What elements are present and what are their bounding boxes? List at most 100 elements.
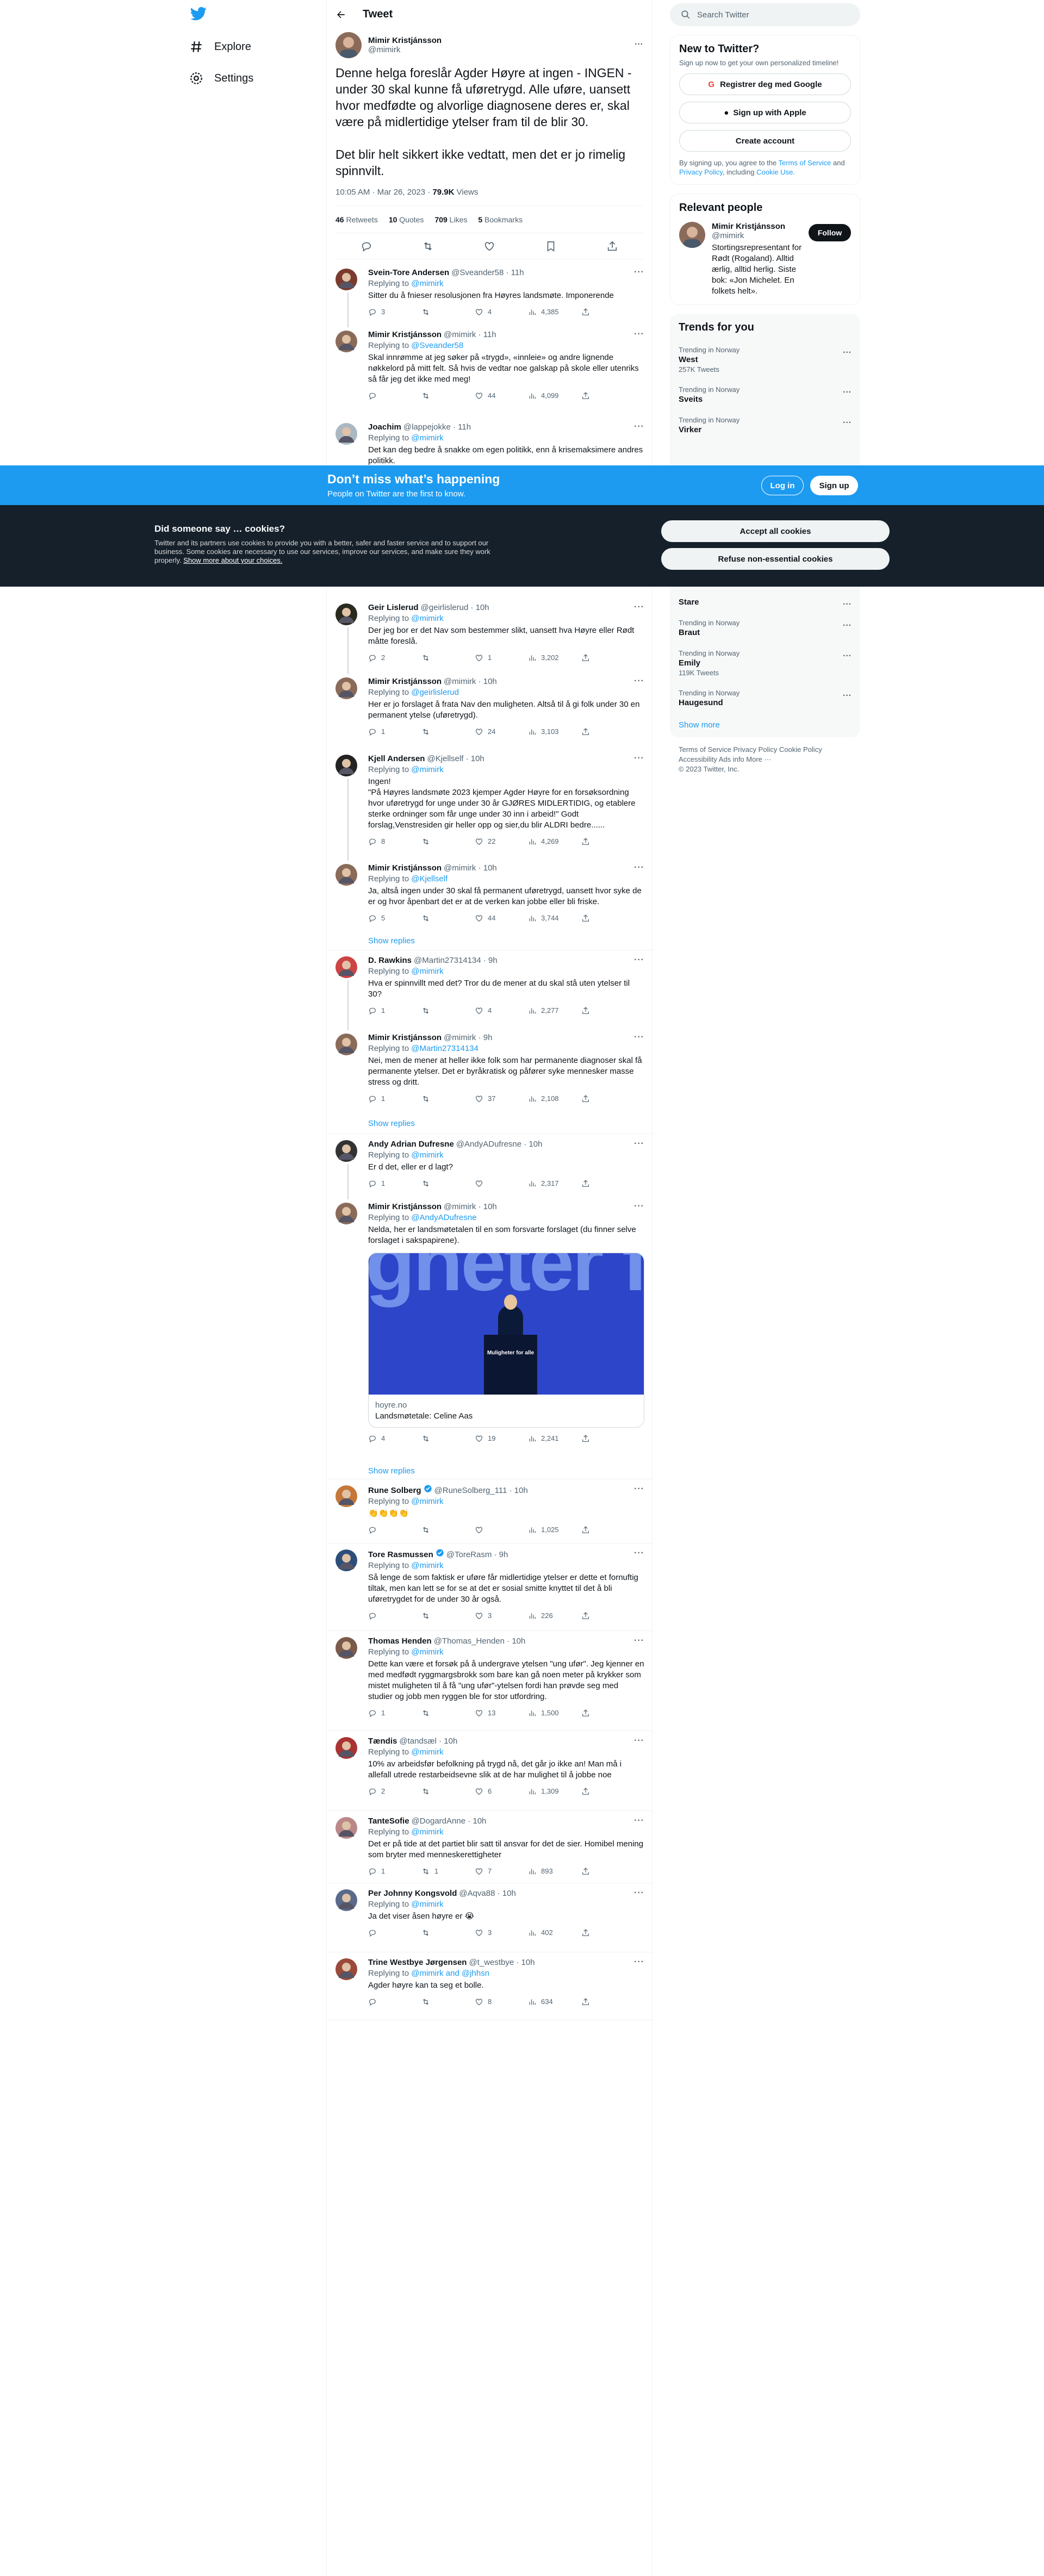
more-icon[interactable]: ··· <box>634 267 644 277</box>
more-icon[interactable]: ··· <box>634 754 644 763</box>
avatar[interactable] <box>335 1034 357 1058</box>
avatar[interactable] <box>335 1817 357 1841</box>
retweet-action[interactable] <box>421 1786 475 1797</box>
reply-author-handle[interactable]: @mimirk · 9h <box>444 1032 492 1043</box>
show-replies-link[interactable]: Show replies <box>368 1466 415 1476</box>
share-action[interactable] <box>581 1610 635 1621</box>
share-action[interactable] <box>581 307 635 318</box>
author-name[interactable]: Mimir Kristjánsson <box>368 36 442 45</box>
more-icon[interactable]: ··· <box>634 422 644 432</box>
more-icon[interactable]: ··· <box>843 418 852 428</box>
reply-author-handle[interactable]: @Thomas_Henden · 10h <box>434 1636 526 1647</box>
replying-to-link[interactable]: @mimirk <box>411 614 443 623</box>
reply-author-name[interactable]: Per Johnny Kongsvold <box>368 1888 457 1899</box>
reply-author-name[interactable]: TanteSofie <box>368 1816 409 1827</box>
replying-to-link[interactable]: @geirlislerud <box>411 688 459 697</box>
reply-tweet[interactable]: ··· Andy Adrian Dufresne @AndyADufresne · … <box>327 1134 653 1189</box>
back-arrow-icon[interactable] <box>335 9 346 20</box>
reply-author-name[interactable]: D. Rawkins <box>368 955 412 966</box>
reply-action[interactable] <box>368 1996 421 2007</box>
accept-cookies-button[interactable]: Accept all cookies <box>661 520 890 542</box>
more-icon[interactable]: ··· <box>634 602 644 612</box>
retweet-action[interactable] <box>421 1610 475 1621</box>
more-icon[interactable]: ··· <box>634 1736 644 1746</box>
retweet-action[interactable] <box>421 1005 475 1016</box>
like-action[interactable]: 22 <box>475 836 528 847</box>
reply-action[interactable]: 3 <box>368 307 421 318</box>
like-action[interactable] <box>475 1178 528 1189</box>
reply-action[interactable] <box>368 1927 421 1938</box>
share-action[interactable] <box>581 1525 635 1535</box>
timestamp-text[interactable]: 10:05 AM · Mar 26, 2023 · <box>335 188 432 197</box>
views-action[interactable]: 2,317 <box>528 1178 581 1189</box>
retweet-action[interactable] <box>421 1927 475 1938</box>
author-handle[interactable]: @mimirk <box>368 45 442 54</box>
avatar[interactable] <box>335 1637 357 1662</box>
follow-button[interactable]: Follow <box>809 224 851 241</box>
views-action[interactable]: 4,269 <box>528 836 581 847</box>
views-action[interactable]: 1,309 <box>528 1786 581 1797</box>
reply-author-handle[interactable]: @geirlislerud · 10h <box>421 602 489 613</box>
replying-to-link[interactable]: @mimirk <box>411 1647 443 1657</box>
reply-author-name[interactable]: Kjell Andersen <box>368 754 425 764</box>
more-icon[interactable]: ··· <box>634 1139 644 1149</box>
views-action[interactable]: 893 <box>528 1866 581 1877</box>
retweet-action[interactable] <box>421 1093 475 1104</box>
reply-author-handle[interactable]: @ToreRasm · 9h <box>446 1550 508 1560</box>
share-action[interactable] <box>581 1927 635 1938</box>
like-action[interactable]: 13 <box>475 1708 528 1719</box>
avatar[interactable] <box>335 677 357 702</box>
trend-item[interactable]: Trending in Norway Haugesund ··· <box>679 689 852 707</box>
more-icon[interactable]: ··· <box>635 40 643 49</box>
reply-action[interactable]: 5 <box>368 913 421 924</box>
cookie-more-link[interactable]: Show more about your choices. <box>183 556 282 564</box>
views-action[interactable]: 3,744 <box>528 913 581 924</box>
more-icon[interactable]: ··· <box>634 1816 644 1826</box>
like-icon[interactable] <box>483 240 495 252</box>
reply-author-name[interactable]: Mimir Kristjánsson <box>368 863 442 874</box>
replying-to-link[interactable]: @mimirk <box>411 765 443 774</box>
share-action[interactable] <box>581 726 635 737</box>
views-action[interactable]: 2,108 <box>528 1093 581 1104</box>
reply-action[interactable]: 4 <box>368 1433 421 1444</box>
show-replies-link[interactable]: Show replies <box>368 936 415 945</box>
more-icon[interactable]: ··· <box>634 955 644 965</box>
avatar[interactable] <box>335 1958 357 1983</box>
trend-item[interactable]: Trending in Norway Emily 119K Tweets ··· <box>679 649 852 677</box>
trend-item[interactable]: Trending in Norway West 257K Tweets ··· <box>679 346 852 374</box>
reply-author-handle[interactable]: @Sveander58 · 11h <box>451 267 524 278</box>
more-icon[interactable]: ··· <box>634 1032 644 1042</box>
quotes-stat[interactable]: 10 Quotes <box>389 215 424 224</box>
reply-author-name[interactable]: Rune Solberg <box>368 1485 421 1496</box>
likes-stat[interactable]: 709 Likes <box>434 215 467 224</box>
retweet-action[interactable] <box>421 390 475 401</box>
bookmark-icon[interactable] <box>545 240 557 252</box>
share-icon[interactable] <box>606 240 618 252</box>
views-action[interactable]: 1,500 <box>528 1708 581 1719</box>
reply-author-handle[interactable]: @lappejokke · 11h <box>403 422 471 433</box>
more-icon[interactable]: ··· <box>634 1957 644 1967</box>
footer-links[interactable]: Terms of Service Privacy Policy Cookie P… <box>670 745 860 774</box>
reply-tweet[interactable]: ··· Mimir Kristjánsson @mimirk · 11h Replyi… <box>327 324 653 401</box>
reply-author-handle[interactable]: @DogardAnne · 10h <box>412 1816 487 1827</box>
link-card[interactable]: gheter foMuligheter for alle hoyre.noLand… <box>368 1253 644 1428</box>
retweet-action[interactable] <box>421 726 475 737</box>
twitter-logo-icon[interactable] <box>190 5 207 24</box>
like-action[interactable]: 4 <box>475 1005 528 1016</box>
replying-to-link[interactable]: @mimirk <box>411 1747 443 1757</box>
reply-tweet[interactable]: ··· Mimir Kristjánsson @mimirk · 10h Replyi… <box>327 1196 653 1444</box>
avatar[interactable] <box>335 32 362 58</box>
avatar[interactable] <box>335 1140 357 1165</box>
reply-tweet[interactable]: ··· Thomas Henden @Thomas_Henden · 10h Repl… <box>327 1631 653 1719</box>
more-icon[interactable]: ··· <box>843 600 852 609</box>
replying-to-link[interactable]: @mimirk <box>411 1827 443 1837</box>
like-action[interactable]: 1 <box>475 652 528 663</box>
share-action[interactable] <box>581 1178 635 1189</box>
terms-link[interactable]: Terms of Service <box>779 159 831 167</box>
more-icon[interactable]: ··· <box>634 863 644 873</box>
more-icon[interactable]: ··· <box>843 691 852 701</box>
cookie-use-link[interactable]: Cookie Use. <box>756 168 795 176</box>
avatar[interactable] <box>335 603 357 628</box>
trend-item[interactable]: Trending in Norway Sveits ··· <box>679 385 852 404</box>
reply-tweet[interactable]: ··· D. Rawkins @Martin27314134 · 9h Replyin… <box>327 950 653 1016</box>
